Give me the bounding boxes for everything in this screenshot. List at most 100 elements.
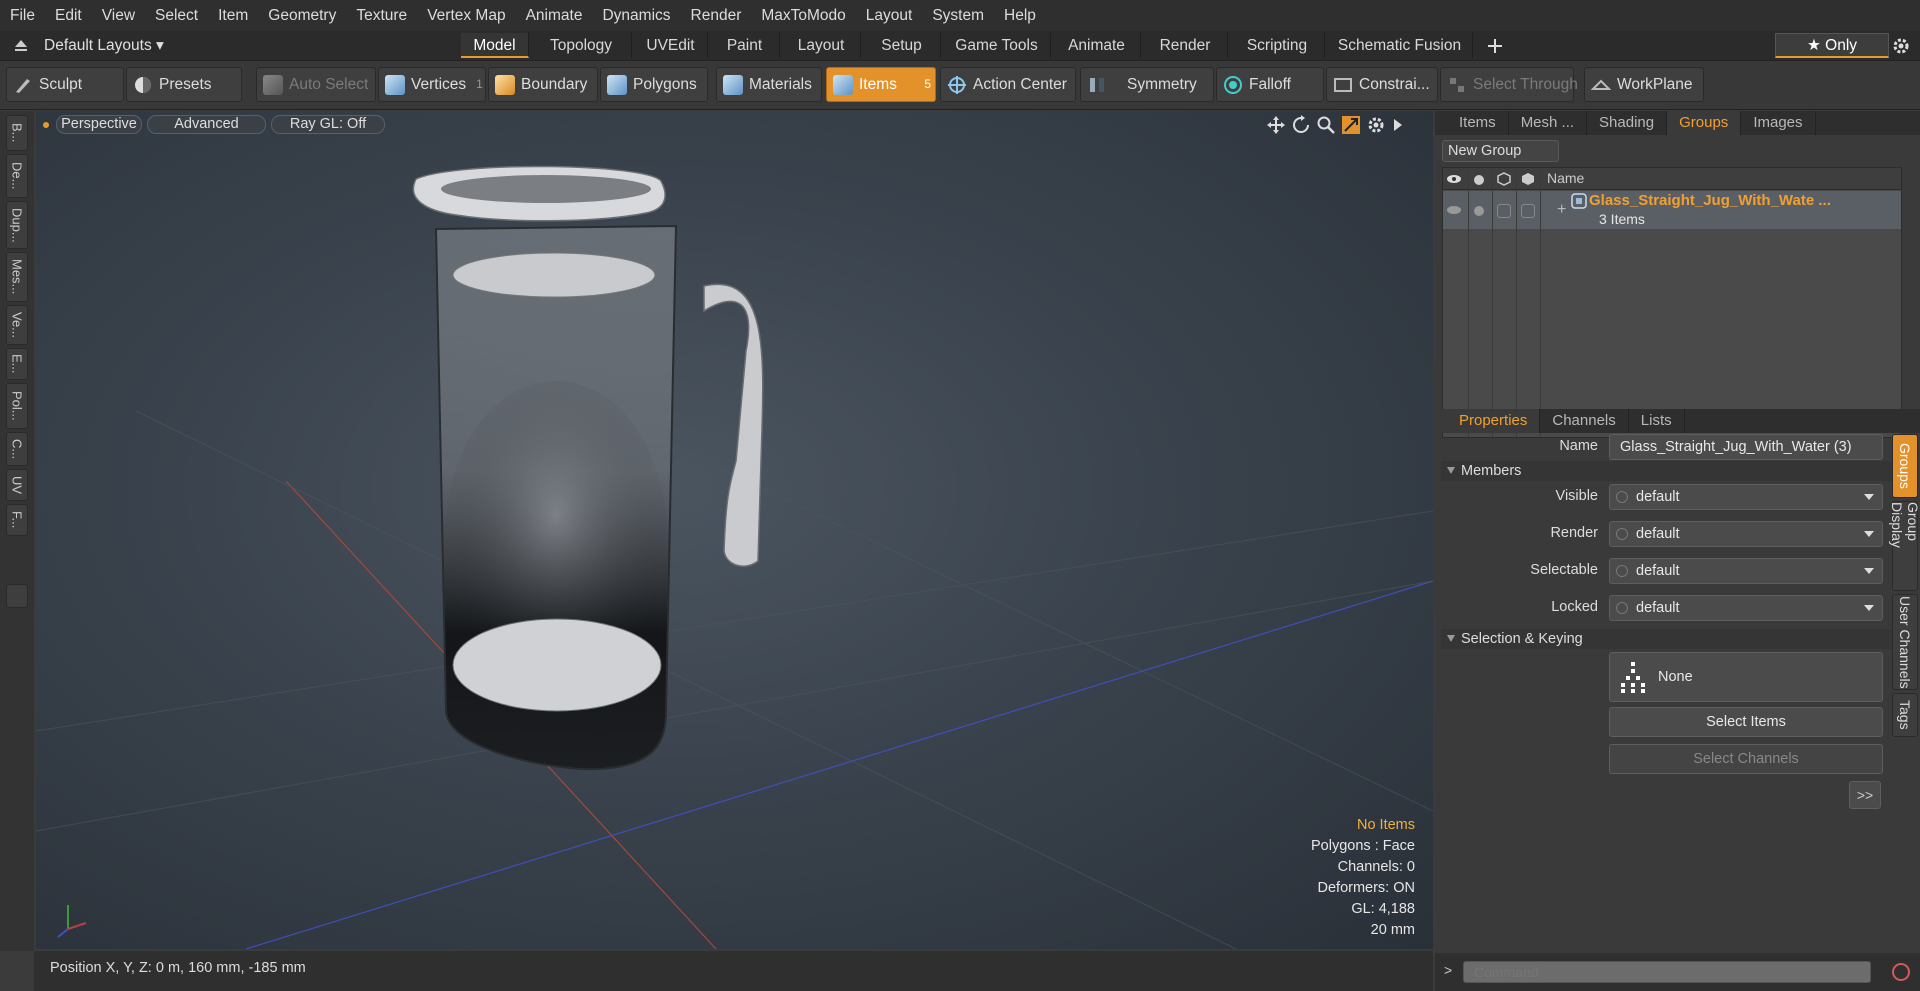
select-channels-button[interactable]: Select Channels: [1609, 744, 1883, 774]
boundary-button[interactable]: Boundary: [488, 67, 598, 102]
default-layouts-dropdown[interactable]: Default Layouts ▾: [44, 31, 164, 60]
left-tab-ve[interactable]: Ve...: [6, 305, 28, 345]
tab-shading[interactable]: Shading: [1587, 111, 1668, 135]
tab-topology[interactable]: Topology: [531, 33, 632, 58]
row-render-icon[interactable]: [1471, 202, 1487, 218]
selectable-dropdown[interactable]: default: [1609, 558, 1883, 584]
side-tab-user-channels[interactable]: User Channels: [1892, 594, 1918, 690]
tab-layout[interactable]: Layout: [782, 33, 861, 58]
menu-file[interactable]: File: [0, 0, 45, 31]
rotate-icon[interactable]: [1291, 115, 1311, 135]
left-tab-uv[interactable]: UV: [6, 469, 28, 501]
command-input[interactable]: [1463, 961, 1871, 983]
more-button[interactable]: >>: [1849, 781, 1881, 809]
menu-edit[interactable]: Edit: [45, 0, 92, 31]
left-tab-mes[interactable]: Mes...: [6, 252, 28, 302]
group-row[interactable]: + Glass_Straight_Jug_With_Wate ... 3 Ite…: [1443, 191, 1901, 229]
select-items-button[interactable]: Select Items: [1609, 707, 1883, 737]
zoom-icon[interactable]: [1316, 115, 1336, 135]
raygl-dropdown[interactable]: Ray GL: Off: [271, 115, 385, 134]
tab-schematic-fusion[interactable]: Schematic Fusion: [1327, 33, 1473, 58]
auto-select-button[interactable]: Auto Select: [256, 67, 376, 102]
tab-animate[interactable]: Animate: [1053, 33, 1141, 58]
gear-icon[interactable]: [1891, 36, 1911, 56]
menu-layout[interactable]: Layout: [856, 0, 923, 31]
side-tab-group-display[interactable]: Group Display: [1889, 501, 1920, 591]
new-group-button[interactable]: New Group: [1442, 140, 1559, 162]
side-tab-groups[interactable]: Groups: [1892, 434, 1918, 498]
side-tab-tags[interactable]: Tags: [1892, 693, 1918, 737]
left-tab-pol[interactable]: Pol...: [6, 383, 28, 429]
keying-none-button[interactable]: None: [1609, 652, 1883, 702]
members-section[interactable]: Members: [1441, 461, 1911, 481]
menu-system[interactable]: System: [922, 0, 994, 31]
row-select-checkbox[interactable]: [1497, 204, 1511, 218]
advanced-dropdown[interactable]: Advanced: [147, 115, 266, 134]
polygons-button[interactable]: Polygons: [600, 67, 708, 102]
items-button[interactable]: Items 5: [826, 67, 936, 102]
tab-lists[interactable]: Lists: [1629, 409, 1685, 433]
menu-vertex-map[interactable]: Vertex Map: [417, 0, 515, 31]
menu-maxtomodo[interactable]: MaxToModo: [751, 0, 855, 31]
expand-plus-icon[interactable]: +: [1557, 201, 1566, 219]
only-button[interactable]: ★ Only: [1775, 33, 1889, 58]
tab-paint[interactable]: Paint: [710, 33, 780, 58]
tab-scripting[interactable]: Scripting: [1230, 33, 1325, 58]
workplane-button[interactable]: WorkPlane: [1584, 67, 1704, 102]
left-tab-f[interactable]: F...: [6, 504, 28, 536]
row-lock-checkbox[interactable]: [1521, 204, 1535, 218]
viewport-menu-arrow-icon[interactable]: [1391, 115, 1405, 135]
tab-mesh[interactable]: Mesh ...: [1509, 111, 1588, 135]
left-tab-de[interactable]: De...: [6, 154, 28, 198]
selection-keying-section[interactable]: Selection & Keying: [1441, 629, 1911, 649]
falloff-button[interactable]: Falloff: [1216, 67, 1324, 102]
fit-icon[interactable]: [1341, 115, 1361, 135]
left-tab-b[interactable]: B...: [6, 115, 28, 151]
glass-jug-model[interactable]: [412, 165, 764, 771]
tab-render[interactable]: Render: [1143, 33, 1228, 58]
menu-help[interactable]: Help: [994, 0, 1046, 31]
symmetry-button[interactable]: Symmetry: [1080, 67, 1214, 102]
record-icon[interactable]: [1891, 962, 1911, 982]
menu-select[interactable]: Select: [145, 0, 208, 31]
name-field[interactable]: Glass_Straight_Jug_With_Water (3): [1609, 434, 1883, 460]
presets-button[interactable]: Presets: [126, 67, 242, 102]
expand-up-icon[interactable]: [12, 37, 30, 55]
render-dropdown[interactable]: default: [1609, 521, 1883, 547]
tab-model[interactable]: Model: [461, 33, 529, 58]
menu-item[interactable]: Item: [208, 0, 258, 31]
tab-items[interactable]: Items: [1435, 111, 1509, 135]
visible-dropdown[interactable]: default: [1609, 484, 1883, 510]
left-tab-extra[interactable]: [6, 584, 28, 608]
left-tab-e[interactable]: E...: [6, 348, 28, 380]
tab-properties[interactable]: Properties: [1435, 409, 1541, 433]
tab-game-tools[interactable]: Game Tools: [943, 33, 1051, 58]
select-through-button[interactable]: Select Through: [1440, 67, 1578, 102]
menu-texture[interactable]: Texture: [346, 0, 417, 31]
left-tab-dup[interactable]: Dup...: [6, 201, 28, 249]
constraints-button[interactable]: Constrai...: [1326, 67, 1438, 102]
row-eye-icon[interactable]: [1446, 202, 1462, 218]
left-tab-c[interactable]: C...: [6, 432, 28, 466]
viewport-settings-icon[interactable]: [1366, 115, 1386, 135]
locked-dropdown[interactable]: default: [1609, 595, 1883, 621]
tab-setup[interactable]: Setup: [863, 33, 941, 58]
3d-viewport[interactable]: Perspective Advanced Ray GL: Off No Item…: [36, 111, 1433, 949]
tab-channels[interactable]: Channels: [1540, 409, 1629, 433]
tab-uvedit[interactable]: UVEdit: [634, 33, 708, 58]
menu-animate[interactable]: Animate: [516, 0, 593, 31]
materials-button[interactable]: Materials: [716, 67, 822, 102]
action-center-button[interactable]: Action Center: [940, 67, 1076, 102]
add-tab-icon[interactable]: [1486, 37, 1504, 55]
viewport-dot-icon[interactable]: [42, 121, 50, 129]
menu-view[interactable]: View: [92, 0, 145, 31]
tab-images[interactable]: Images: [1741, 111, 1816, 135]
menu-geometry[interactable]: Geometry: [258, 0, 346, 31]
menu-render[interactable]: Render: [681, 0, 752, 31]
pan-icon[interactable]: [1266, 115, 1286, 135]
sculpt-button[interactable]: Sculpt: [6, 67, 124, 102]
group-name[interactable]: Glass_Straight_Jug_With_Wate ...: [1589, 192, 1831, 209]
vertices-button[interactable]: Vertices 1: [378, 67, 486, 102]
tab-groups[interactable]: Groups: [1667, 111, 1742, 135]
menu-dynamics[interactable]: Dynamics: [592, 0, 680, 31]
